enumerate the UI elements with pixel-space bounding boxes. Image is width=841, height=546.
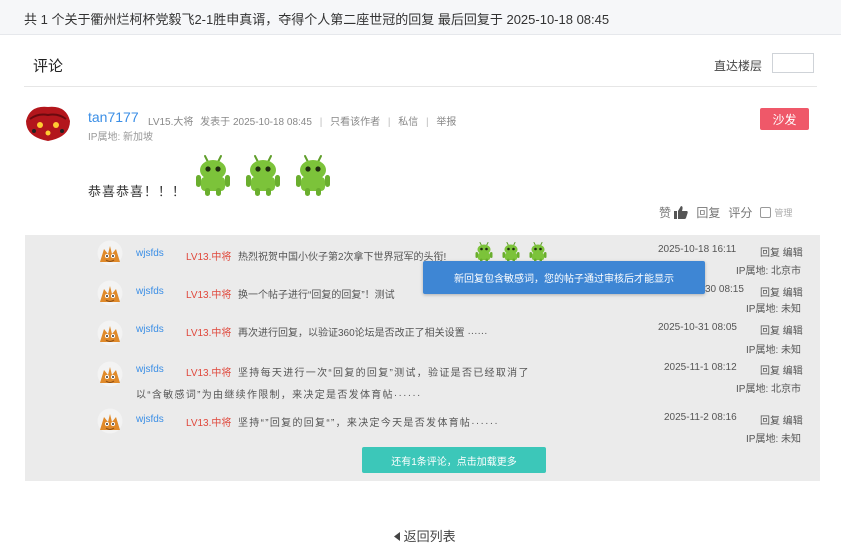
caret-left-icon: [394, 532, 400, 541]
like-label: 赞: [659, 206, 672, 220]
rate-button[interactable]: 评分: [728, 204, 752, 221]
reply-date: 30 08:15: [705, 284, 744, 295]
report-link[interactable]: 举报: [436, 117, 456, 128]
reply-actions: 回复 编辑: [760, 412, 803, 427]
reply-ip: IP属地: 未知: [746, 345, 802, 356]
android-icon: [193, 153, 233, 197]
reply-text-continued: 以“含敏感词”为由继续作限制，来决定是否发体育帖······: [136, 390, 422, 401]
reply-avatar[interactable]: [97, 361, 123, 387]
post-content: 恭喜恭喜！！！: [88, 184, 187, 199]
comments-title: 评论: [33, 58, 64, 75]
reply-avatar[interactable]: [97, 240, 123, 266]
reply-avatar[interactable]: [97, 408, 123, 434]
post-meta: LV15.大将 发表于 2025-10-18 08:45 | 只看该作者 | 私…: [148, 113, 456, 128]
reply-date: 2025-10-18 16:11: [658, 244, 737, 255]
manage-checkbox[interactable]: [760, 207, 772, 218]
reply-text: 坚持每天进行一次“回复的回复”测试，验证是否已经取消了: [238, 368, 530, 379]
reply-reply-link[interactable]: 回复: [760, 248, 780, 259]
back-to-list-label: 返回列表: [403, 529, 456, 544]
back-to-list-link[interactable]: 返回列表: [394, 526, 456, 545]
reply-username[interactable]: wjsfds: [136, 364, 164, 375]
user-level: LV15.大将: [148, 117, 194, 128]
reply-date: 2025-11-1 08:12: [664, 362, 737, 373]
reply-level: LV13.中将: [186, 418, 232, 429]
post-ip-location: IP属地: 新加坡: [88, 132, 154, 143]
post-time: 发表于 2025-10-18 08:45: [200, 117, 312, 128]
meta-separator: |: [387, 117, 391, 128]
reply-edit-link[interactable]: 编辑: [783, 366, 803, 377]
reply-date: 2025-11-2 08:16: [664, 412, 737, 423]
reply-reply-link[interactable]: 回复: [760, 326, 780, 337]
meta-separator: |: [426, 117, 429, 128]
sofa-floor-badge[interactable]: 沙发: [760, 108, 809, 130]
android-icon: [293, 153, 333, 197]
thread-summary-bar: 共 1 个关于衢州烂柯杯党毅飞2-1胜申真谞，夺得个人第二座世冠的回复 最后回复…: [0, 0, 841, 35]
meta-separator: |: [319, 117, 323, 128]
reply-level: LV13.中将: [186, 328, 232, 339]
reply-actions: 回复 编辑: [760, 244, 803, 259]
reply-username[interactable]: wjsfds: [136, 324, 164, 335]
load-more-button[interactable]: 还有1条评论，点击加载更多: [362, 447, 546, 473]
reply-level: LV13.中将: [186, 252, 232, 263]
android-icon: [501, 241, 521, 263]
android-icon: [528, 241, 548, 263]
reply-edit-link[interactable]: 编辑: [783, 416, 803, 427]
thread-summary-text: 共 1 个关于衢州烂柯杯党毅飞2-1胜申真谞，夺得个人第二座世冠的回复 最后回复…: [24, 12, 610, 27]
reply-ip: IP属地: 未知: [746, 434, 802, 445]
reply-username[interactable]: wjsfds: [136, 286, 164, 297]
reply-date: 2025-10-31 08:05: [658, 322, 737, 333]
reply-reply-link[interactable]: 回复: [760, 366, 780, 377]
header-divider: [24, 86, 817, 87]
reply-ip: IP属地: 北京市: [736, 266, 802, 277]
reply-username[interactable]: wjsfds: [136, 248, 164, 259]
reply-edit-link[interactable]: 编辑: [783, 326, 803, 337]
reply-level: LV13.中将: [186, 290, 232, 301]
android-icon: [474, 241, 494, 263]
reply-text: 坚持“”回复的回复“”，来决定今天是否发体育帖······: [238, 418, 500, 429]
reply-reply-link[interactable]: 回复: [760, 288, 780, 299]
reply-reply-link[interactable]: 回复: [760, 416, 780, 427]
reply-text: 换一个帖子进行“回复的回复”！测试: [238, 290, 395, 301]
moderation-toast: 新回复包含敏感词，您的帖子通过审核后才能显示: [423, 261, 705, 294]
reply-username[interactable]: wjsfds: [136, 414, 164, 425]
reply-avatar[interactable]: [97, 280, 123, 306]
emoji-group: [193, 153, 333, 197]
reply-ip: IP属地: 未知: [746, 304, 802, 315]
manage-label: 管理: [774, 208, 793, 218]
reply-button[interactable]: 回复: [696, 204, 720, 221]
jump-floor-input[interactable]: [772, 53, 814, 73]
post-username[interactable]: tan7177: [88, 109, 139, 125]
reply-ip: IP属地: 北京市: [736, 384, 802, 395]
private-message-link[interactable]: 私信: [398, 117, 418, 128]
only-author-link[interactable]: 只看该作者: [330, 117, 380, 128]
reply-avatar[interactable]: [97, 320, 123, 346]
reply-edit-link[interactable]: 编辑: [783, 248, 803, 259]
reply-level: LV13.中将: [186, 368, 232, 379]
reply-text: 再次进行回复，以验证360论坛是否改正了相关设置 ······: [238, 328, 488, 339]
user-avatar[interactable]: [24, 103, 72, 143]
reply-actions: 回复 编辑: [760, 284, 803, 299]
android-icon: [243, 153, 283, 197]
reply-edit-link[interactable]: 编辑: [783, 288, 803, 299]
reply-actions: 回复 编辑: [760, 322, 803, 337]
reply-text: 热烈祝贺中国小伙子第2次拿下世界冠军的头衔!: [238, 252, 447, 263]
jump-floor-label: 直达楼层: [714, 59, 763, 73]
like-button[interactable]: 赞: [659, 204, 689, 221]
reply-actions: 回复 编辑: [760, 362, 803, 377]
thumbs-up-icon: [674, 206, 689, 219]
post-actions: 赞 回复 评分 管理: [659, 204, 792, 221]
